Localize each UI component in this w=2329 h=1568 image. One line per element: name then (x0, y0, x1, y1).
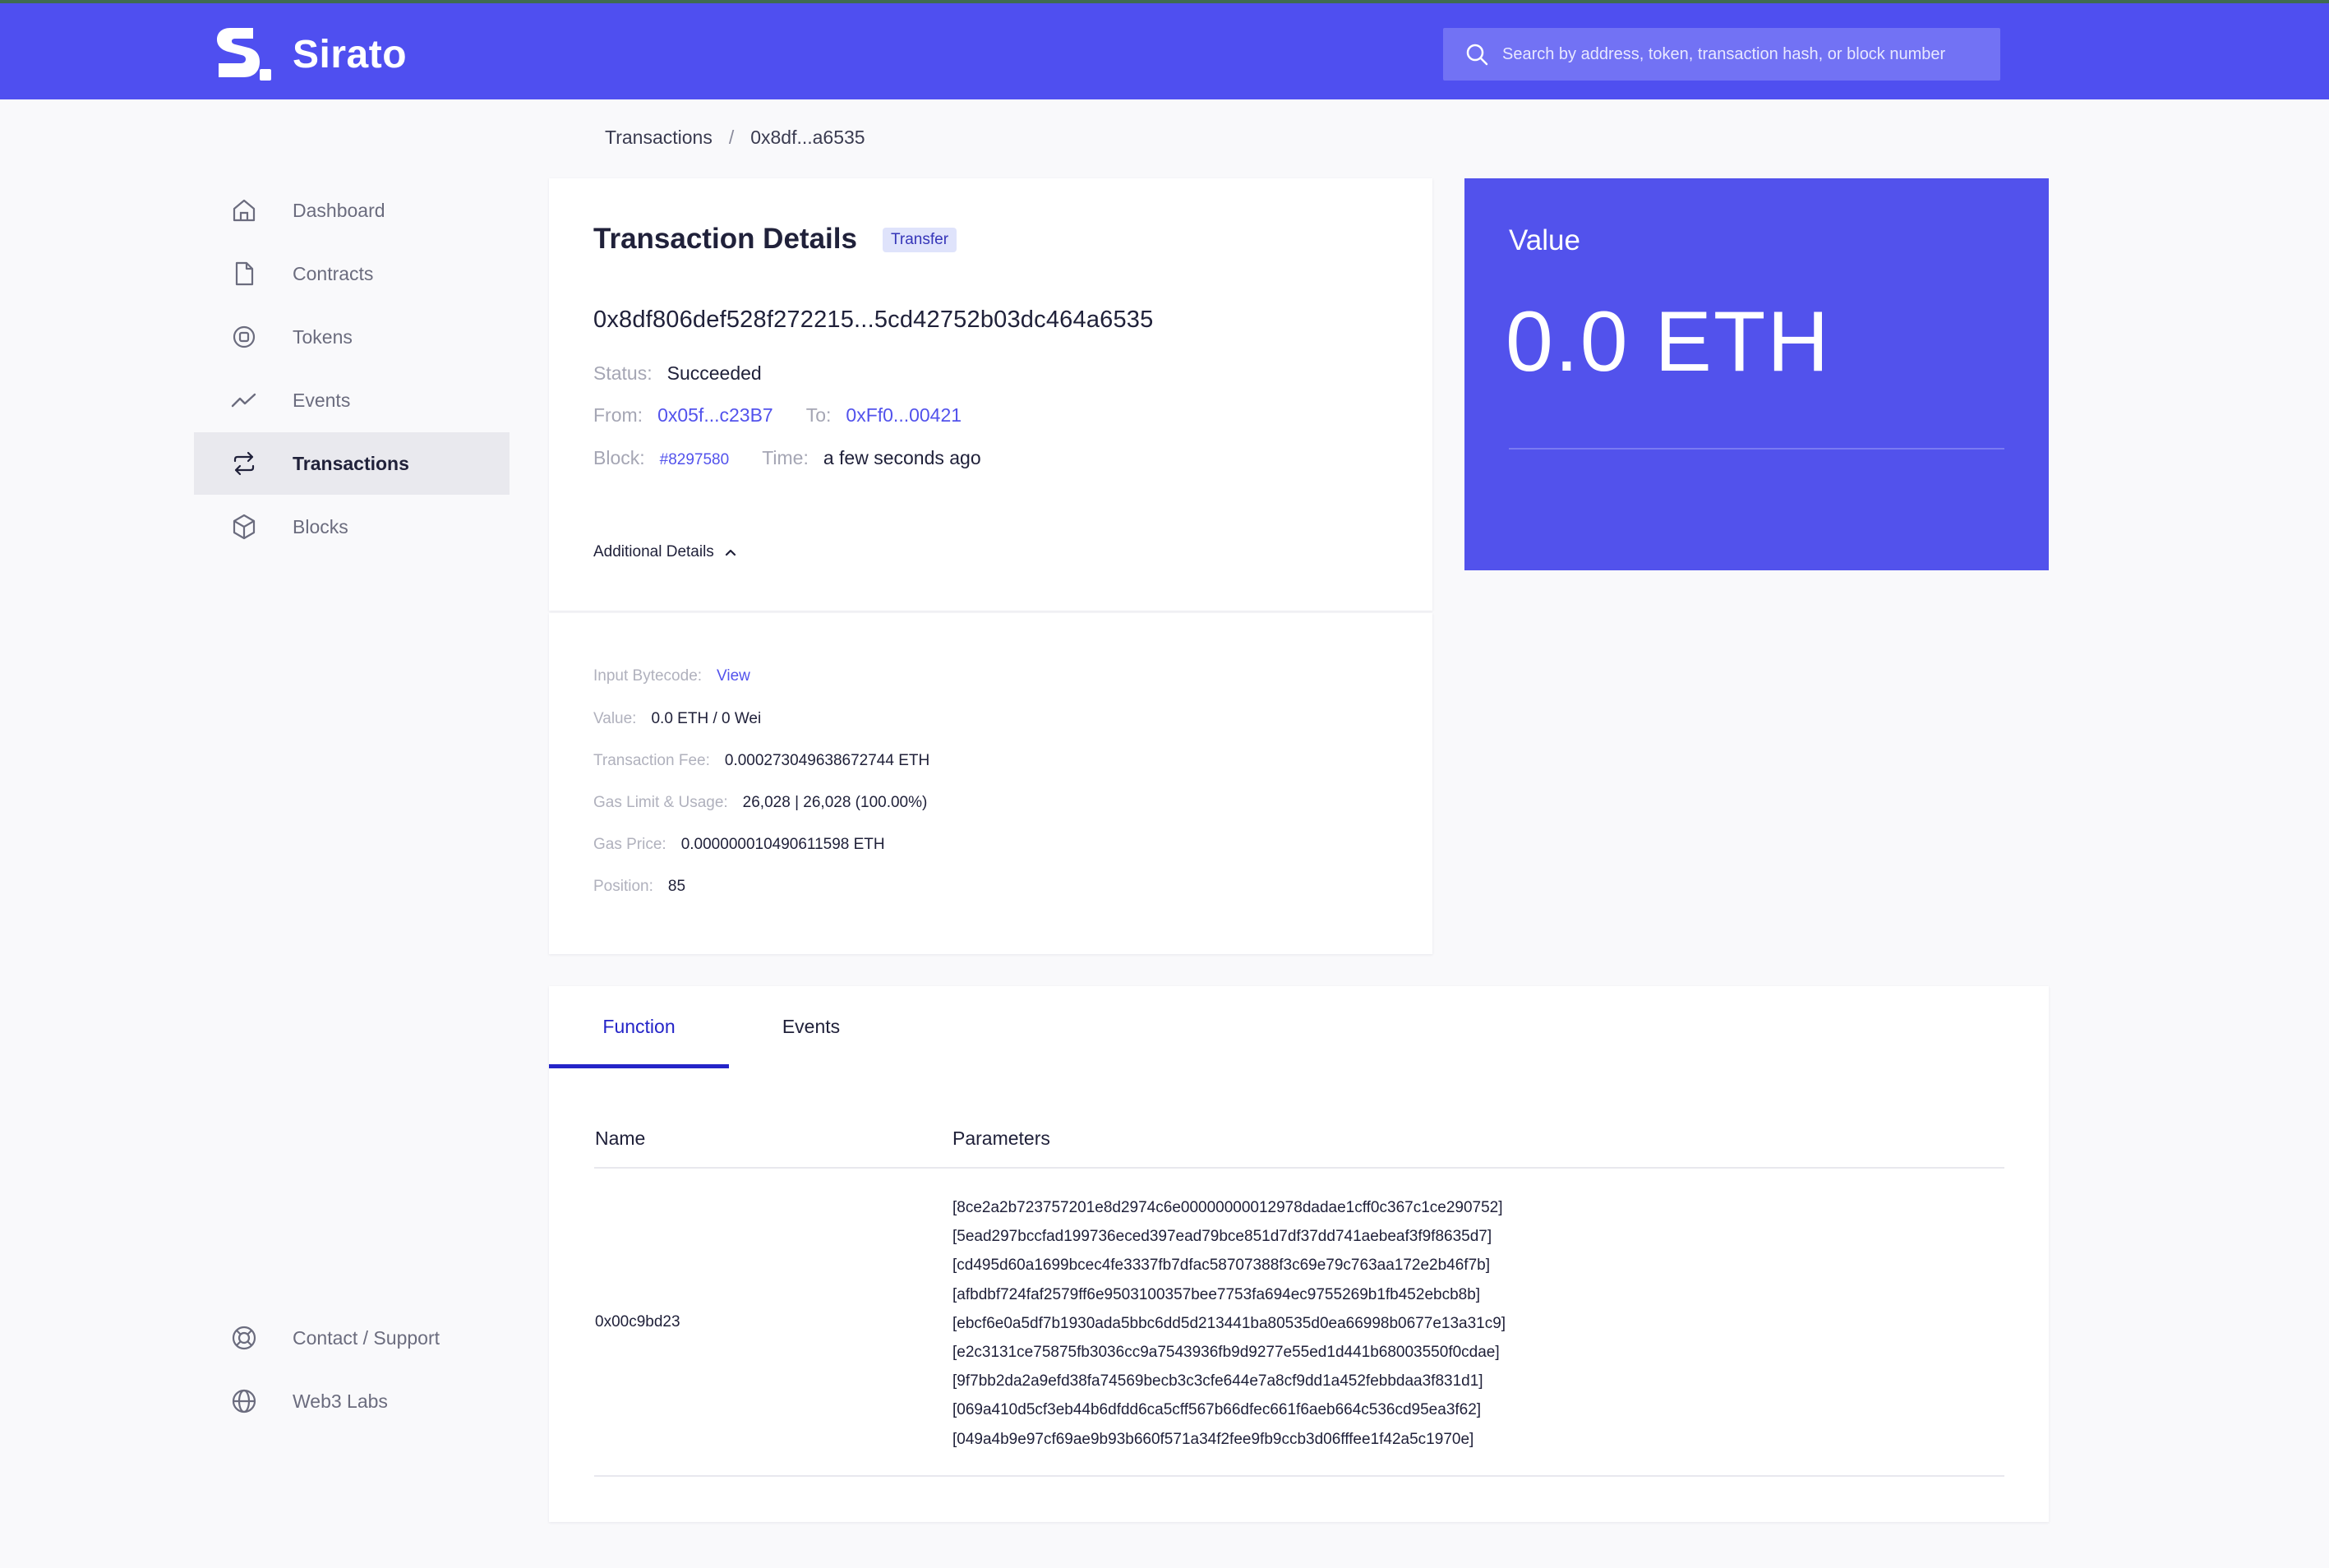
position-row: Position: 85 (593, 878, 685, 896)
input-bytecode-label: Input Bytecode: (593, 667, 703, 685)
sidebar-item-tokens[interactable]: Tokens (194, 306, 510, 368)
transaction-type-badge: Transfer (883, 228, 957, 252)
status-label: Status: (593, 362, 653, 384)
search-bar[interactable] (1443, 28, 2000, 81)
transaction-hash: 0x8df806def528f272215...5cd42752b03dc464… (593, 307, 1154, 333)
search-input[interactable] (1502, 44, 1987, 64)
token-icon (233, 325, 256, 348)
gas-price-row: Gas Price: 0.000000010490611598 ETH (593, 836, 885, 854)
sidebar-item-contracts[interactable]: Contracts (194, 242, 510, 305)
sidebar-item-label: Blocks (293, 515, 348, 537)
sirato-logo-icon (217, 28, 271, 81)
table-header-divider (594, 1167, 2004, 1169)
status-row: Status: Succeeded (593, 362, 762, 385)
to-address-link[interactable]: 0xFf0...00421 (846, 404, 962, 427)
sidebar-item-label: Dashboard (293, 199, 385, 221)
parameter-value: [9f7bb2da2a9efd38fa74569becb3c3cfe644e7a… (952, 1372, 1483, 1390)
brand-logo[interactable]: Sirato (212, 25, 407, 84)
value-card-amount: 0.0 ETH (1506, 294, 1831, 390)
app-name: Sirato (293, 32, 408, 76)
transfer-icon (233, 451, 255, 476)
position-label: Position: (593, 878, 653, 895)
sidebar-item-label: Contact / Support (293, 1326, 440, 1349)
breadcrumb-current: 0x8df...a6535 (750, 127, 865, 148)
parameter-value: [e2c3131ce75875fb3036cc9a7543936fb9d9277… (952, 1343, 1500, 1361)
function-parameters: [8ce2a2b723757201e8d2974c6e0000000001297… (952, 1193, 1506, 1454)
breadcrumb-separator: / (728, 127, 735, 148)
sidebar-item-web3-labs[interactable]: Web3 Labs (194, 1370, 510, 1432)
value-value: 0.0 ETH / 0 Wei (651, 710, 762, 727)
cube-icon (233, 514, 256, 540)
function-name: 0x00c9bd23 (595, 1313, 680, 1330)
sidebar-item-label: Contracts (293, 262, 374, 284)
time-value: a few seconds ago (823, 447, 981, 468)
parameter-value: [afbdbf724faf2579ff6e9503100357bee7753fa… (952, 1285, 1481, 1303)
function-events-panel: Function Events Name Parameters 0x00c9bd… (549, 986, 2049, 1522)
parameter-value: [5ead297bccfad199736eced397ead79bce851d7… (952, 1228, 1492, 1246)
sidebar-item-label: Tokens (293, 325, 353, 348)
parameter-value: [069a410d5cf3eb44b6dfdd6ca5cff567b66dfec… (952, 1401, 1482, 1419)
block-time-row: Block: #8297580 Time: a few seconds ago (593, 447, 981, 469)
sidebar-item-dashboard[interactable]: Dashboard (194, 179, 510, 242)
column-header-parameters: Parameters (952, 1128, 1050, 1149)
value-label: Value: (593, 710, 637, 727)
trend-icon (231, 393, 256, 408)
to-label: To: (805, 404, 832, 426)
breadcrumb: Transactions / 0x8df...a6535 (605, 127, 865, 149)
chevron-up-icon (725, 549, 736, 556)
sidebar-item-events[interactable]: Events (194, 369, 510, 431)
gas-price-value: 0.000000010490611598 ETH (680, 836, 885, 853)
document-icon (235, 261, 254, 286)
sidebar-item-blocks[interactable]: Blocks (194, 496, 510, 558)
transaction-details-card: Transaction Details Transfer 0x8df806def… (549, 178, 1432, 611)
view-bytecode-link[interactable]: View (717, 667, 750, 685)
additional-details-label: Additional Details (593, 543, 714, 560)
from-label: From: (593, 404, 643, 426)
table-bottom-divider (594, 1475, 2004, 1477)
transaction-fee-row: Transaction Fee: 0.000273049638672744 ET… (593, 752, 929, 770)
status-value: Succeeded (666, 362, 762, 384)
value-row: Value: 0.0 ETH / 0 Wei (593, 710, 761, 728)
sidebar-item-label: Transactions (293, 452, 409, 474)
parameter-value: [8ce2a2b723757201e8d2974c6e0000000001297… (952, 1199, 1503, 1216)
sidebar-item-label: Events (293, 389, 351, 411)
parameter-value: [049a4b9e97cf69ae9b93b660f571a34f2fee9fb… (952, 1430, 1474, 1448)
block-number-link[interactable]: #8297580 (660, 451, 730, 469)
from-to-row: From: 0x05f...c23B7 To: 0xFf0...00421 (593, 404, 962, 427)
value-card: Value 0.0 ETH (1464, 178, 2049, 570)
search-icon (1466, 44, 1488, 66)
sidebar-item-transactions[interactable]: Transactions (194, 432, 510, 495)
lifebuoy-icon (232, 1326, 256, 1350)
additional-details-panel: Input Bytecode: View Value: 0.0 ETH / 0 … (549, 613, 1432, 954)
value-card-title: Value (1509, 224, 1580, 256)
sidebar-nav: Dashboard Contracts Tokens Events Transa… (194, 179, 510, 559)
transaction-fee-label: Transaction Fee: (593, 752, 710, 769)
parameter-value: [ebcf6e0a5df7b1930ada5bbc6dd5d213441ba80… (952, 1314, 1506, 1332)
sidebar-footer-nav: Contact / Support Web3 Labs (194, 1307, 510, 1433)
sidebar-item-label: Web3 Labs (293, 1390, 388, 1412)
gas-price-label: Gas Price: (593, 836, 666, 853)
from-address-link[interactable]: 0x05f...c23B7 (657, 404, 773, 427)
gas-limit-value: 26,028 | 26,028 (100.00%) (742, 794, 928, 811)
column-header-name: Name (595, 1128, 646, 1149)
sidebar-item-contact-support[interactable]: Contact / Support (194, 1307, 510, 1369)
time-label: Time: (762, 447, 809, 468)
position-value: 85 (667, 878, 686, 895)
parameter-value: [cd495d60a1699bcec4fe3337fb7dfac58707388… (952, 1257, 1490, 1275)
tab-events[interactable]: Events (729, 986, 893, 1067)
value-card-divider (1509, 448, 2004, 450)
transaction-fee-value: 0.000273049638672744 ETH (724, 752, 930, 769)
page-title: Transaction Details (593, 223, 857, 255)
globe-icon (232, 1389, 256, 1414)
tab-function[interactable]: Function (549, 986, 729, 1068)
input-bytecode-row: Input Bytecode: View (593, 667, 750, 685)
gas-limit-label: Gas Limit & Usage: (593, 794, 728, 811)
breadcrumb-link-transactions[interactable]: Transactions (605, 127, 713, 149)
top-bar: Sirato (0, 3, 2329, 99)
home-icon (233, 199, 256, 222)
gas-limit-row: Gas Limit & Usage: 26,028 | 26,028 (100.… (593, 794, 927, 812)
block-label: Block: (593, 447, 645, 468)
additional-details-toggle[interactable]: Additional Details (593, 543, 739, 561)
